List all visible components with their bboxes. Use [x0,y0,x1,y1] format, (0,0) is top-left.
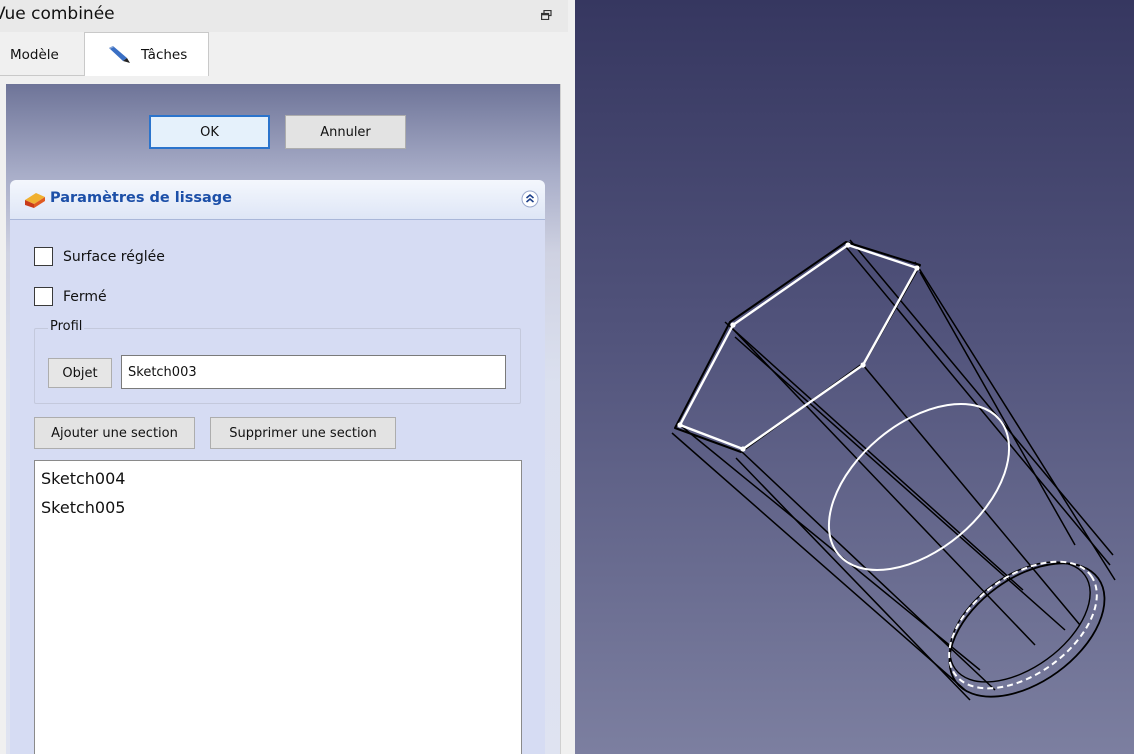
panel-title: Vue combinée [0,4,115,24]
panel-scroll-edge [560,84,569,754]
sections-list[interactable]: Sketch004 Sketch005 [34,460,522,754]
remove-section-button[interactable]: Supprimer une section [210,417,396,449]
closed-checkbox[interactable] [34,287,53,306]
object-button[interactable]: Objet [48,358,112,388]
title-bar: Vue combinée [0,0,568,32]
restore-icon[interactable] [541,10,552,20]
tab-model-label: Modèle [10,46,59,63]
pencil-icon [109,45,130,63]
3d-viewport[interactable] [575,0,1134,754]
loft-section-title: Paramètres de lissage [50,190,232,206]
cancel-button[interactable]: Annuler [285,115,406,149]
profile-field[interactable]: Sketch003 [121,355,506,389]
ruled-surface-checkbox[interactable] [34,247,53,266]
add-section-button[interactable]: Ajouter une section [34,417,195,449]
ruled-surface-label: Surface réglée [63,248,165,265]
list-item[interactable]: Sketch005 [35,493,521,522]
profile-group-label: Profil [48,319,85,334]
tab-model[interactable]: Modèle [0,34,84,76]
loft-wireframe [671,239,1116,701]
closed-row[interactable]: Fermé [34,287,107,306]
closed-label: Fermé [63,288,107,305]
tab-tasks[interactable]: Tâches [84,32,209,76]
ok-button[interactable]: OK [149,115,270,149]
loft-icon [25,193,45,208]
tab-tasks-label: Tâches [141,46,188,63]
combined-view-panel: Vue combinée Modèle Tâches OK Annuler Pa… [0,0,575,754]
list-item[interactable]: Sketch004 [35,464,521,493]
collapse-icon[interactable] [521,190,539,208]
loft-section-header[interactable]: Paramètres de lissage [10,180,545,220]
ruled-surface-row[interactable]: Surface réglée [34,247,165,266]
